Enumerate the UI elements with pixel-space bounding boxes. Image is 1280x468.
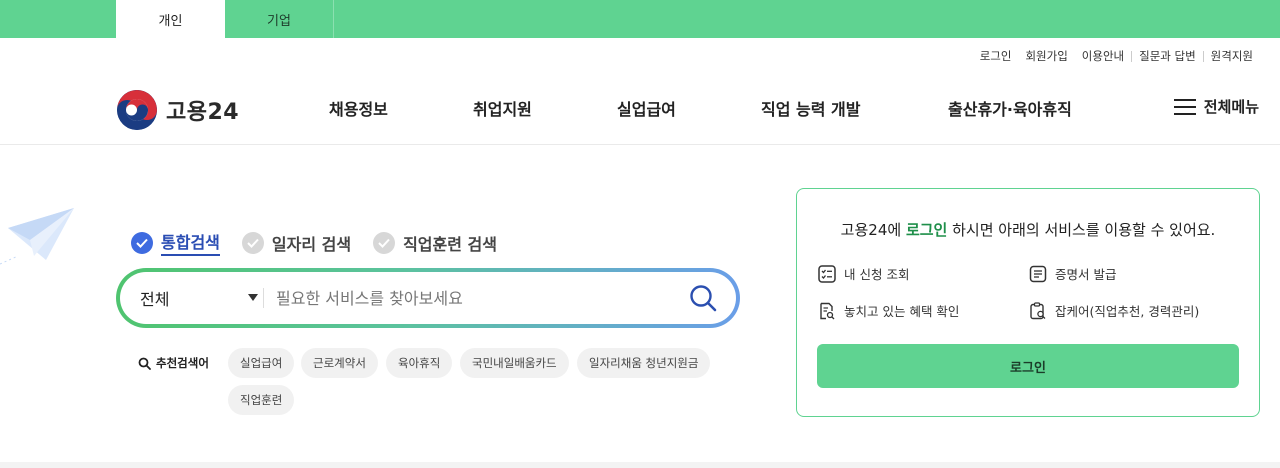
guide-link[interactable]: 이용안내 (1075, 48, 1131, 64)
recommended-label-text: 추천검색어 (156, 356, 209, 370)
service-certificate[interactable]: 증명서 발급 (1029, 264, 1116, 283)
utility-links: 로그인 회원가입 이용안내 질문과 답변 원격지원 (973, 48, 1260, 64)
search-box: 전체 (116, 268, 740, 328)
login-panel-title: 고용24에 로그인 하시면 아래의 서비스를 이용할 수 있어요. (797, 219, 1259, 240)
qna-link[interactable]: 질문과 답변 (1132, 48, 1203, 64)
remote-support-link[interactable]: 원격지원 (1204, 48, 1260, 64)
service-missed-benefits[interactable]: 놓치고 있는 혜택 확인 (818, 301, 959, 320)
all-menu-label: 전체메뉴 (1203, 98, 1259, 116)
search-type-jobs[interactable]: 일자리 검색 (241, 231, 352, 255)
nav-unemployment-benefit[interactable]: 실업급여 (617, 96, 676, 120)
keyword-chip[interactable]: 육아휴직 (386, 348, 453, 378)
search-type-training[interactable]: 직업훈련 검색 (373, 231, 497, 255)
clipboard-search-icon (1030, 301, 1046, 319)
keyword-chip[interactable]: 직업훈련 (228, 385, 295, 415)
service-label: 잡케어(직업추천, 경력관리) (1055, 304, 1200, 319)
search-type-label: 일자리 검색 (271, 234, 352, 254)
service-label: 놓치고 있는 혜택 확인 (844, 304, 960, 319)
keyword-chip[interactable]: 근로계약서 (301, 348, 378, 378)
recommended-keywords-label: 추천검색어 (138, 355, 209, 371)
search-input[interactable] (276, 272, 676, 324)
search-box-inner: 전체 (120, 272, 736, 324)
search-type-integrated[interactable]: 통합검색 (131, 229, 220, 256)
search-type-group: 통합검색 일자리 검색 직업훈련 검색 (131, 229, 519, 256)
search-icon (138, 357, 151, 370)
checklist-icon (818, 264, 836, 283)
login-link[interactable]: 로그인 (973, 48, 1019, 64)
search-scope-value: 전체 (140, 290, 170, 309)
keyword-chip[interactable]: 국민내일배움카드 (460, 348, 569, 378)
search-type-label: 직업훈련 검색 (403, 234, 497, 254)
nav-employment-support[interactable]: 취업지원 (473, 96, 532, 120)
service-jobcare[interactable]: 잡케어(직업추천, 경력관리) (1029, 301, 1199, 320)
search-icon[interactable] (688, 283, 718, 313)
certificate-icon (1029, 265, 1047, 282)
nav-parental-leave[interactable]: 출산휴가·육아휴직 (948, 96, 1072, 120)
search-type-label: 통합검색 (161, 229, 220, 256)
check-circle-icon (373, 231, 396, 254)
title-highlight: 로그인 (905, 221, 948, 239)
keyword-chip[interactable]: 실업급여 (228, 348, 295, 378)
hamburger-icon (1173, 98, 1196, 115)
nav-job-info[interactable]: 채용정보 (329, 96, 388, 120)
check-circle-icon (241, 231, 264, 254)
main-nav: 채용정보 취업지원 실업급여 직업 능력 개발 출산휴가·육아휴직 (0, 96, 1280, 122)
nav-vocational-training[interactable]: 직업 능력 개발 (761, 96, 860, 120)
tab-personal[interactable]: 개인 (116, 0, 225, 38)
document-search-icon (820, 302, 835, 319)
service-label: 내 신청 조회 (844, 267, 910, 282)
service-label: 증명서 발급 (1055, 267, 1117, 282)
login-panel: 고용24에 로그인 하시면 아래의 서비스를 이용할 수 있어요. 내 신청 조… (796, 188, 1260, 417)
search-divider (263, 288, 264, 308)
check-circle-icon (131, 231, 153, 254)
title-suffix: 하시면 아래의 서비스를 이용할 수 있어요. (947, 221, 1216, 239)
tab-company[interactable]: 기업 (225, 0, 334, 38)
user-type-bar: 개인 기업 (0, 0, 1280, 38)
all-menu-button[interactable]: 전체메뉴 (1173, 96, 1259, 117)
service-my-applications[interactable]: 내 신청 조회 (818, 264, 909, 283)
keyword-chip[interactable]: 일자리채움 청년지원금 (577, 348, 711, 378)
title-prefix: 고용24에 (840, 221, 906, 239)
paper-plane-icon (0, 208, 74, 265)
login-button[interactable]: 로그인 (817, 344, 1239, 388)
header-divider (0, 144, 1280, 145)
search-scope-select[interactable]: 전체 (140, 272, 258, 324)
caret-down-icon (248, 294, 258, 301)
signup-link[interactable]: 회원가입 (1018, 48, 1074, 64)
section-divider (0, 462, 1280, 468)
